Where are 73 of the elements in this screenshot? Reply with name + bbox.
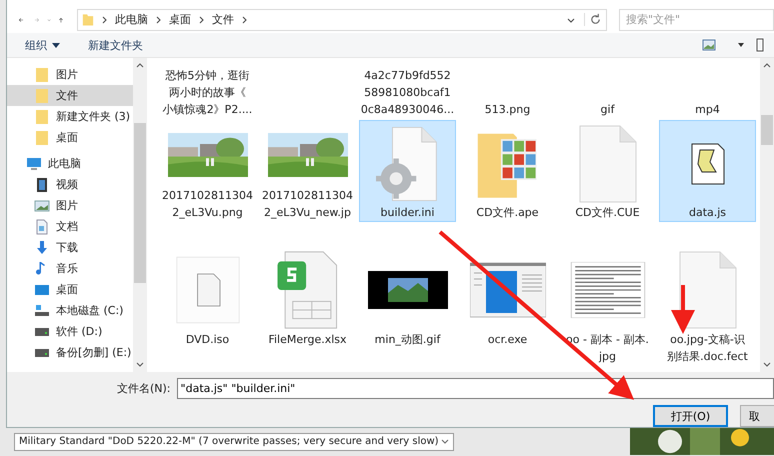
breadcrumb[interactable]: 文件 [212, 12, 234, 28]
folder-icon [82, 12, 94, 28]
chevron-icon [199, 16, 204, 24]
file-item[interactable]: CD文件.ape [459, 120, 556, 222]
nav-item[interactable]: 视频 [7, 174, 133, 195]
nav-item[interactable]: 桌面 [7, 279, 133, 300]
nav-item[interactable]: 文档 [7, 216, 133, 237]
file-name-label: 文件名(N): [117, 381, 171, 396]
download-icon [34, 240, 50, 256]
breadcrumb[interactable]: 桌面 [169, 12, 191, 28]
nav-item[interactable]: 新建文件夹 (3) [7, 106, 133, 127]
computer-icon [26, 156, 42, 172]
scrollbar[interactable] [133, 58, 147, 372]
scroll-up-icon[interactable] [136, 63, 144, 68]
organize-button[interactable]: 组织 [21, 36, 64, 55]
scroll-down-icon[interactable] [763, 362, 771, 367]
document-icon [34, 218, 50, 234]
folder-icon [34, 88, 50, 104]
file-name[interactable]: 恐怖5分钟，逛街 两小时的故事《 小镇惊魂2》P2.... [159, 67, 256, 120]
wipe-method-dropdown[interactable]: Military Standard "DoD 5220.22-M" (7 overwrite passes; very secure and very slow) [14, 432, 454, 450]
file-item[interactable]: 2017102811304 2_eL3Vu_new.jp [259, 120, 356, 222]
nav-item[interactable]: 备份[勿删] (E:) [7, 342, 133, 363]
file-item[interactable]: DVD.iso [159, 246, 256, 370]
open-button[interactable]: 打开(O) [653, 405, 728, 427]
nav-item[interactable]: 此电脑 [7, 153, 133, 174]
nav-item[interactable]: 下载 [7, 237, 133, 258]
file-item[interactable]: builder.ini [359, 120, 456, 222]
view-icon[interactable] [702, 39, 716, 52]
nav-item[interactable]: 音乐 [7, 258, 133, 279]
script-file-icon [690, 142, 726, 186]
picture-icon [34, 198, 50, 214]
file-name[interactable]: 513.png [459, 101, 556, 120]
search-field[interactable]: 搜索"文件" [619, 8, 774, 31]
file-item[interactable]: ocr.exe [459, 246, 556, 370]
refresh-icon[interactable] [584, 13, 602, 26]
nav-item[interactable]: 文件 [7, 85, 133, 106]
chevron-icon [102, 16, 107, 24]
nav-item[interactable]: 本地磁盘 (C:) [7, 300, 133, 321]
file-name[interactable]: mp4 [659, 101, 756, 120]
chevron-icon [242, 16, 247, 24]
scroll-down-icon[interactable] [136, 362, 144, 367]
nav-item[interactable]: 图片 [7, 64, 133, 85]
caret-icon [52, 43, 60, 48]
chevron-icon [156, 16, 161, 24]
film-icon [34, 176, 50, 192]
nav-item[interactable]: 桌面 [7, 127, 133, 148]
nav-item[interactable]: 软件 (D:) [7, 321, 133, 342]
file-name-field[interactable]: "data.js" "builder.ini" [176, 378, 774, 399]
dropdown-icon [441, 439, 449, 444]
breadcrumb[interactable]: 此电脑 [115, 12, 148, 28]
folder-icon [34, 130, 50, 146]
file-item[interactable]: 2017102811304 2_eL3Vu.png [159, 120, 256, 222]
folder-icon [34, 108, 50, 124]
scrollbar-thumb[interactable] [761, 115, 773, 145]
file-item[interactable]: min_动图.gif [359, 246, 456, 370]
file-item[interactable]: data.js [659, 120, 756, 222]
file-name[interactable]: gif [559, 101, 656, 120]
drive-icon [34, 302, 50, 318]
file-name[interactable]: 4a2c77b9fd552 58981080bcaf1 0c8a48930046... [359, 67, 456, 120]
file-item[interactable]: CD文件.CUE [559, 120, 656, 222]
nav-item[interactable]: 图片 [7, 195, 133, 216]
folder-icon [34, 66, 50, 82]
scrollbar-thumb[interactable] [134, 123, 146, 283]
file-item[interactable]: oo.jpg-文稿-识 别结果.doc.fect [659, 246, 756, 370]
scroll-up-icon[interactable] [763, 63, 771, 68]
spreadsheet-icon [276, 250, 340, 330]
new-folder-button[interactable]: 新建文件夹 [84, 36, 147, 55]
scrollbar[interactable] [760, 58, 774, 372]
annotation-arrow [671, 285, 695, 334]
pane-icon[interactable] [756, 38, 764, 52]
cancel-button[interactable]: 取 [740, 405, 774, 427]
file-item[interactable]: FileMerge.xlsx [259, 246, 356, 370]
address-bar[interactable]: 此电脑 桌面 文件 [77, 8, 607, 31]
